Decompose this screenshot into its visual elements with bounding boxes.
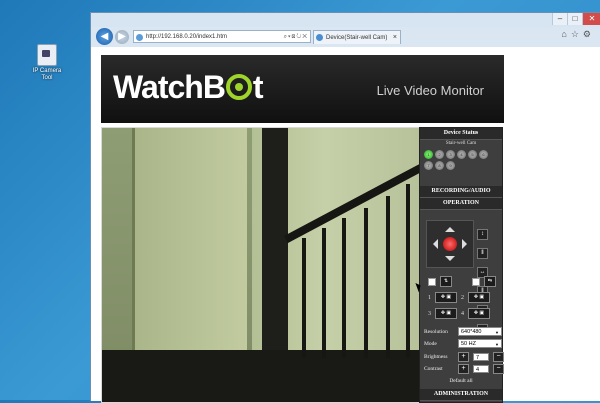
pan-right-icon[interactable] <box>462 239 472 249</box>
preset-2-buttons[interactable]: ✥ ▣ <box>468 292 490 303</box>
flip-icon: ⇅ <box>440 276 452 287</box>
tab-icon <box>316 34 323 41</box>
address-tools-icon[interactable]: ⌕▾⊠↻✕ <box>284 31 308 44</box>
resolution-select[interactable]: 640*480 <box>458 327 502 337</box>
channel-dot[interactable]: 7 <box>424 161 433 170</box>
pan-left-icon[interactable] <box>428 239 438 249</box>
ip-camera-tool-icon <box>37 44 57 66</box>
video-baluster <box>406 184 410 358</box>
flip-checkbox[interactable] <box>428 277 436 286</box>
tab-device[interactable]: Device(Stair-well Cam) × <box>313 30 401 44</box>
vertical-patrol-icon[interactable]: ↕ <box>477 229 488 240</box>
favorites-star-icon[interactable]: ☆ <box>571 29 583 39</box>
ptz-center-button[interactable] <box>443 237 457 251</box>
channel-dot[interactable]: 3 <box>446 150 455 159</box>
preset-3-buttons[interactable]: ✥ ▣ <box>435 308 457 319</box>
desktop-icon-label: IP Camera Tool <box>32 68 62 81</box>
settings-gear-icon[interactable]: ⚙ <box>583 29 595 39</box>
contrast-increase-button[interactable]: + <box>458 364 469 374</box>
administration-heading[interactable]: ADMINISTRATION <box>420 389 502 401</box>
default-all-link[interactable]: Default all <box>420 378 502 384</box>
maximize-button[interactable]: □ <box>567 13 582 25</box>
video-baluster <box>302 238 306 358</box>
mirror-icon: ⇆ <box>484 276 496 287</box>
preset-row-2: 3 ✥ ▣ 4 ✥ ▣ <box>428 308 490 319</box>
window-controls: – □ ✕ <box>552 13 600 27</box>
browser-window: – □ ✕ ◀ ▶ http://192.168.0.20/index1.htm… <box>90 12 600 403</box>
channel-indicators: 1 2 3 4 5 6 7 8 9 <box>420 148 502 172</box>
page-icon <box>136 34 143 41</box>
contrast-row: Contrast + 4 − <box>424 364 504 374</box>
brightness-increase-button[interactable]: + <box>458 352 469 362</box>
video-baluster <box>364 208 368 358</box>
stop-icon[interactable]: ǁ <box>477 248 488 259</box>
channel-dot[interactable]: 9 <box>446 161 455 170</box>
home-icon[interactable]: ⌂ <box>561 29 570 39</box>
preset-1-buttons[interactable]: ✥ ▣ <box>435 292 457 303</box>
recording-audio-heading[interactable]: RECORDING/AUDIO <box>420 186 502 198</box>
pan-up-icon[interactable] <box>445 222 455 232</box>
device-name: Stair-well Cam <box>445 141 477 146</box>
video-baluster <box>322 228 326 358</box>
operation-heading: OPERATION <box>420 198 502 210</box>
mode-row: Mode 50 HZ <box>424 339 502 349</box>
video-floor <box>102 350 420 402</box>
address-bar[interactable]: http://192.168.0.20/index1.htm ⌕▾⊠↻✕ <box>133 30 311 43</box>
navigation-bar: ◀ ▶ http://192.168.0.20/index1.htm ⌕▾⊠↻✕… <box>91 27 600 47</box>
channel-dot[interactable]: 1 <box>424 150 433 159</box>
channel-dot[interactable]: 5 <box>468 150 477 159</box>
channel-dot[interactable]: 8 <box>435 161 444 170</box>
forward-button[interactable]: ▶ <box>115 30 129 44</box>
watchbot-logo: WatchB t <box>113 69 264 105</box>
eye-icon <box>225 74 252 100</box>
brightness-row: Brightness + 7 − <box>424 352 504 362</box>
video-baluster <box>386 196 390 358</box>
mode-select[interactable]: 50 HZ <box>458 339 502 349</box>
channel-dot[interactable]: 2 <box>435 150 444 159</box>
preset-4-buttons[interactable]: ✥ ▣ <box>468 308 490 319</box>
device-status-heading: Device Status <box>420 128 502 140</box>
brightness-decrease-button[interactable]: − <box>493 352 504 362</box>
channel-dot[interactable]: 4 <box>457 150 466 159</box>
resolution-row: Resolution 640*480 <box>424 327 502 337</box>
desktop-icon-ip-camera-tool[interactable]: IP Camera Tool <box>30 44 64 82</box>
preset-row-1: 1 ✥ ▣ 2 ✥ ▣ <box>428 292 490 303</box>
contrast-decrease-button[interactable]: − <box>493 364 504 374</box>
control-panel: Device Status Stair-well Cam 1 2 3 4 5 6… <box>419 127 504 403</box>
back-button[interactable]: ◀ <box>96 28 113 45</box>
brightness-value: 7 <box>473 353 489 361</box>
video-baluster <box>342 218 346 358</box>
flip-mirror-row: ⇅ ⇆ <box>428 276 496 287</box>
contrast-value: 4 <box>473 365 489 373</box>
video-handrail <box>284 156 420 244</box>
minimize-button[interactable]: – <box>552 13 567 25</box>
tab-close-icon[interactable]: × <box>393 31 397 45</box>
toolbar-icons: ⌂☆⚙ <box>561 29 595 40</box>
watchbot-header: WatchB t Live Video Monitor <box>101 55 504 123</box>
page-content: WatchB t Live Video Monitor Device Status… <box>91 47 600 403</box>
mirror-checkbox[interactable] <box>472 277 480 286</box>
close-button[interactable]: ✕ <box>582 13 600 25</box>
video-feed[interactable] <box>101 127 421 403</box>
pan-down-icon[interactable] <box>445 256 455 266</box>
page-tagline: Live Video Monitor <box>376 83 484 98</box>
ptz-direction-pad <box>426 220 474 268</box>
channel-dot[interactable]: 6 <box>479 150 488 159</box>
